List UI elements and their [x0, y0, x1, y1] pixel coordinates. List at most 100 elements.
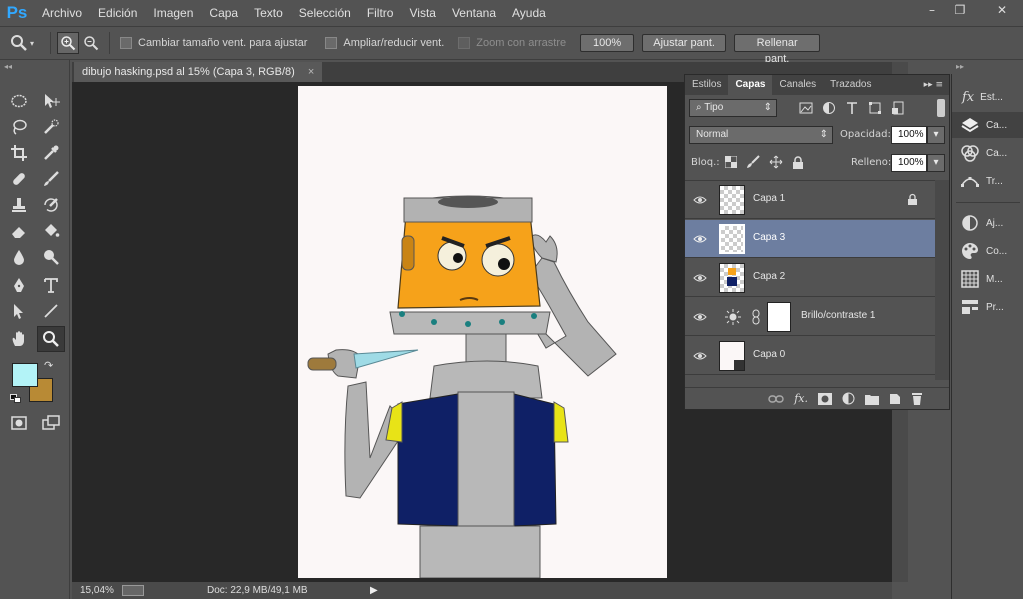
swap-colors-icon[interactable]: ↷ [44, 359, 53, 372]
close-tab-icon[interactable]: × [308, 66, 314, 78]
status-menu-arrow-icon[interactable]: ▶ [370, 582, 378, 599]
opacity-dropdown[interactable]: ▾ [927, 126, 945, 144]
quick-selection-tool[interactable] [37, 114, 65, 140]
restore-button[interactable]: ❐ [946, 0, 974, 20]
layer-row-capa-2[interactable]: Capa 2 [685, 259, 935, 297]
blend-mode-select[interactable]: Normal ⇕ [689, 126, 833, 144]
brush-tool[interactable] [37, 166, 65, 192]
visibility-eye-icon[interactable] [693, 271, 707, 285]
menu-vista[interactable]: Vista [401, 0, 443, 26]
layer-name[interactable]: Capa 3 [753, 232, 785, 243]
zoom-level[interactable]: 15,04% [80, 582, 114, 599]
layers-scrollbar[interactable] [935, 180, 949, 380]
tab-trazados[interactable]: Trazados [823, 75, 878, 95]
scrubby-zoom-checkbox[interactable] [458, 37, 471, 49]
line-tool[interactable] [37, 298, 65, 324]
new-layer-icon[interactable] [889, 393, 901, 405]
zoom-in-button[interactable] [57, 32, 79, 54]
menu-seleccion[interactable]: Selección [291, 0, 359, 26]
visibility-eye-icon[interactable] [693, 193, 707, 207]
layer-row-capa-1[interactable]: Capa 1 [685, 181, 935, 219]
fill-screen-button[interactable]: Rellenar pant. [734, 34, 821, 65]
smart-object-filter-icon[interactable] [891, 101, 905, 115]
layer-mask-thumbnail[interactable] [767, 302, 791, 332]
filter-toggle-switch[interactable] [937, 99, 945, 117]
fit-screen-button[interactable]: Ajustar pant. [642, 34, 727, 52]
shape-filter-icon[interactable] [868, 101, 882, 115]
lock-position-icon[interactable] [769, 155, 783, 169]
image-canvas[interactable] [298, 86, 667, 578]
pen-tool[interactable] [5, 272, 33, 298]
paint-bucket-tool[interactable] [37, 218, 65, 244]
menu-edicion[interactable]: Edición [90, 0, 145, 26]
crop-tool[interactable] [5, 140, 33, 166]
visibility-eye-icon[interactable] [693, 349, 707, 363]
folder-icon[interactable] [865, 393, 879, 405]
close-window-button[interactable]: ✕ [984, 0, 1020, 20]
dock-paths[interactable]: Tr... [952, 168, 1023, 194]
type-filter-icon[interactable] [845, 101, 859, 115]
menu-ventana[interactable]: Ventana [444, 0, 504, 26]
dock-color[interactable]: Co... [952, 238, 1023, 264]
layer-name[interactable]: Capa 2 [753, 271, 785, 282]
filter-kind-select[interactable]: ⌕ Tipo ⇕ [689, 99, 777, 117]
adjustment-filter-icon[interactable] [822, 101, 836, 115]
dock-properties[interactable]: Pr... [952, 294, 1023, 320]
quick-mask-button[interactable] [5, 410, 33, 436]
tab-estilos[interactable]: Estilos [685, 75, 728, 95]
pixel-layer-filter-icon[interactable] [799, 101, 813, 115]
lock-image-pixels-icon[interactable] [746, 155, 760, 169]
dock-swatches[interactable]: M... [952, 266, 1023, 292]
link-layers-icon[interactable] [768, 393, 784, 405]
add-mask-icon[interactable] [818, 392, 832, 405]
hand-tool[interactable] [5, 326, 33, 352]
zoom-tool[interactable] [37, 326, 65, 352]
visibility-eye-icon[interactable] [693, 310, 707, 324]
type-tool[interactable] [37, 272, 65, 298]
zoom-out-button[interactable] [79, 32, 103, 54]
zoom-all-checkbox[interactable] [325, 37, 338, 49]
tab-capas[interactable]: Capas [728, 75, 773, 95]
move-tool[interactable] [37, 88, 65, 114]
menu-texto[interactable]: Texto [246, 0, 291, 26]
collapse-arrows-icon[interactable]: ◂◂ [4, 62, 12, 71]
layer-name[interactable]: Capa 1 [753, 193, 785, 204]
layer-row-capa-3[interactable]: Capa 3 [685, 220, 935, 258]
history-brush-tool[interactable] [37, 192, 65, 218]
dodge-tool[interactable] [37, 244, 65, 270]
eyedropper-tool[interactable] [37, 140, 65, 166]
menu-imagen[interactable]: Imagen [145, 0, 201, 26]
layer-name[interactable]: Capa 0 [753, 349, 785, 360]
blur-tool[interactable] [5, 244, 33, 270]
dock-adjustments[interactable]: Aj... [952, 210, 1023, 236]
menu-archivo[interactable]: Archivo [34, 0, 90, 26]
minimize-button[interactable]: – [918, 0, 946, 20]
zoom-tool-preset[interactable]: ▾ [10, 34, 44, 52]
visibility-eye-icon[interactable] [693, 232, 707, 246]
lock-all-icon[interactable] [792, 155, 804, 169]
fill-input[interactable]: 100% [891, 154, 927, 172]
lock-transparent-pixels-icon[interactable] [725, 156, 737, 168]
foreground-color-swatch[interactable] [12, 363, 38, 387]
document-tab[interactable]: dibujo hasking.psd al 15% (Capa 3, RGB/8… [74, 62, 323, 82]
fx-icon[interactable]: fx. [794, 392, 808, 405]
trash-icon[interactable] [911, 392, 923, 405]
new-adjustment-layer-icon[interactable] [842, 392, 855, 405]
default-colors-icon[interactable] [10, 394, 22, 404]
zoom-100-button[interactable]: 100% [580, 34, 635, 52]
resize-windows-checkbox[interactable] [120, 37, 132, 49]
lasso-tool[interactable] [5, 114, 33, 140]
panel-menu-icon[interactable]: ▸▸ ≡ [924, 75, 949, 95]
layer-name[interactable]: Brillo/contraste 1 [801, 310, 875, 321]
path-selection-tool[interactable] [5, 298, 33, 324]
layer-row-brillo-contraste-1[interactable]: Brillo/contraste 1 [685, 298, 935, 336]
opacity-input[interactable]: 100% [891, 126, 927, 144]
eraser-tool[interactable] [5, 218, 33, 244]
clone-stamp-tool[interactable] [5, 192, 33, 218]
healing-brush-tool[interactable] [5, 166, 33, 192]
dock-channels[interactable]: Ca... [952, 140, 1023, 166]
fill-dropdown[interactable]: ▾ [927, 154, 945, 172]
status-icon[interactable] [122, 585, 144, 596]
menu-capa[interactable]: Capa [201, 0, 246, 26]
menu-filtro[interactable]: Filtro [359, 0, 402, 26]
